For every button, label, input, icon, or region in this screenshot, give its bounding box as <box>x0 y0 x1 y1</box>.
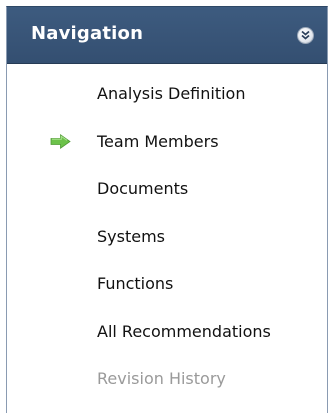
nav-item-analysis-definition[interactable]: Analysis Definition <box>7 78 327 126</box>
nav-item-revision-history: Revision History <box>7 363 327 411</box>
nav-item-systems[interactable]: Systems <box>7 221 327 269</box>
nav-item-label: Analysis Definition <box>97 84 246 103</box>
nav-item-functions[interactable]: Functions <box>7 268 327 316</box>
nav-item-label: Team Members <box>97 131 219 151</box>
collapse-button[interactable] <box>297 27 314 44</box>
navigation-list: Analysis Definition Team Members Documen… <box>7 78 327 411</box>
nav-item-label: Functions <box>97 274 174 293</box>
nav-item-label: Systems <box>97 226 165 246</box>
green-arrow-right-icon <box>50 133 71 149</box>
nav-item-documents[interactable]: Documents <box>7 173 327 221</box>
nav-item-label: Revision History <box>97 369 226 388</box>
nav-item-label: All Recommendations <box>97 321 271 341</box>
double-chevron-down-icon <box>301 30 310 40</box>
navigation-header: Navigation <box>7 7 327 64</box>
navigation-title: Navigation <box>31 23 144 44</box>
nav-item-team-members[interactable]: Team Members <box>7 126 327 174</box>
nav-item-all-recommendations[interactable]: All Recommendations <box>7 316 327 364</box>
nav-item-label: Documents <box>97 179 189 198</box>
navigation-panel: Navigation Analysis Definition Team Memb… <box>6 6 328 413</box>
